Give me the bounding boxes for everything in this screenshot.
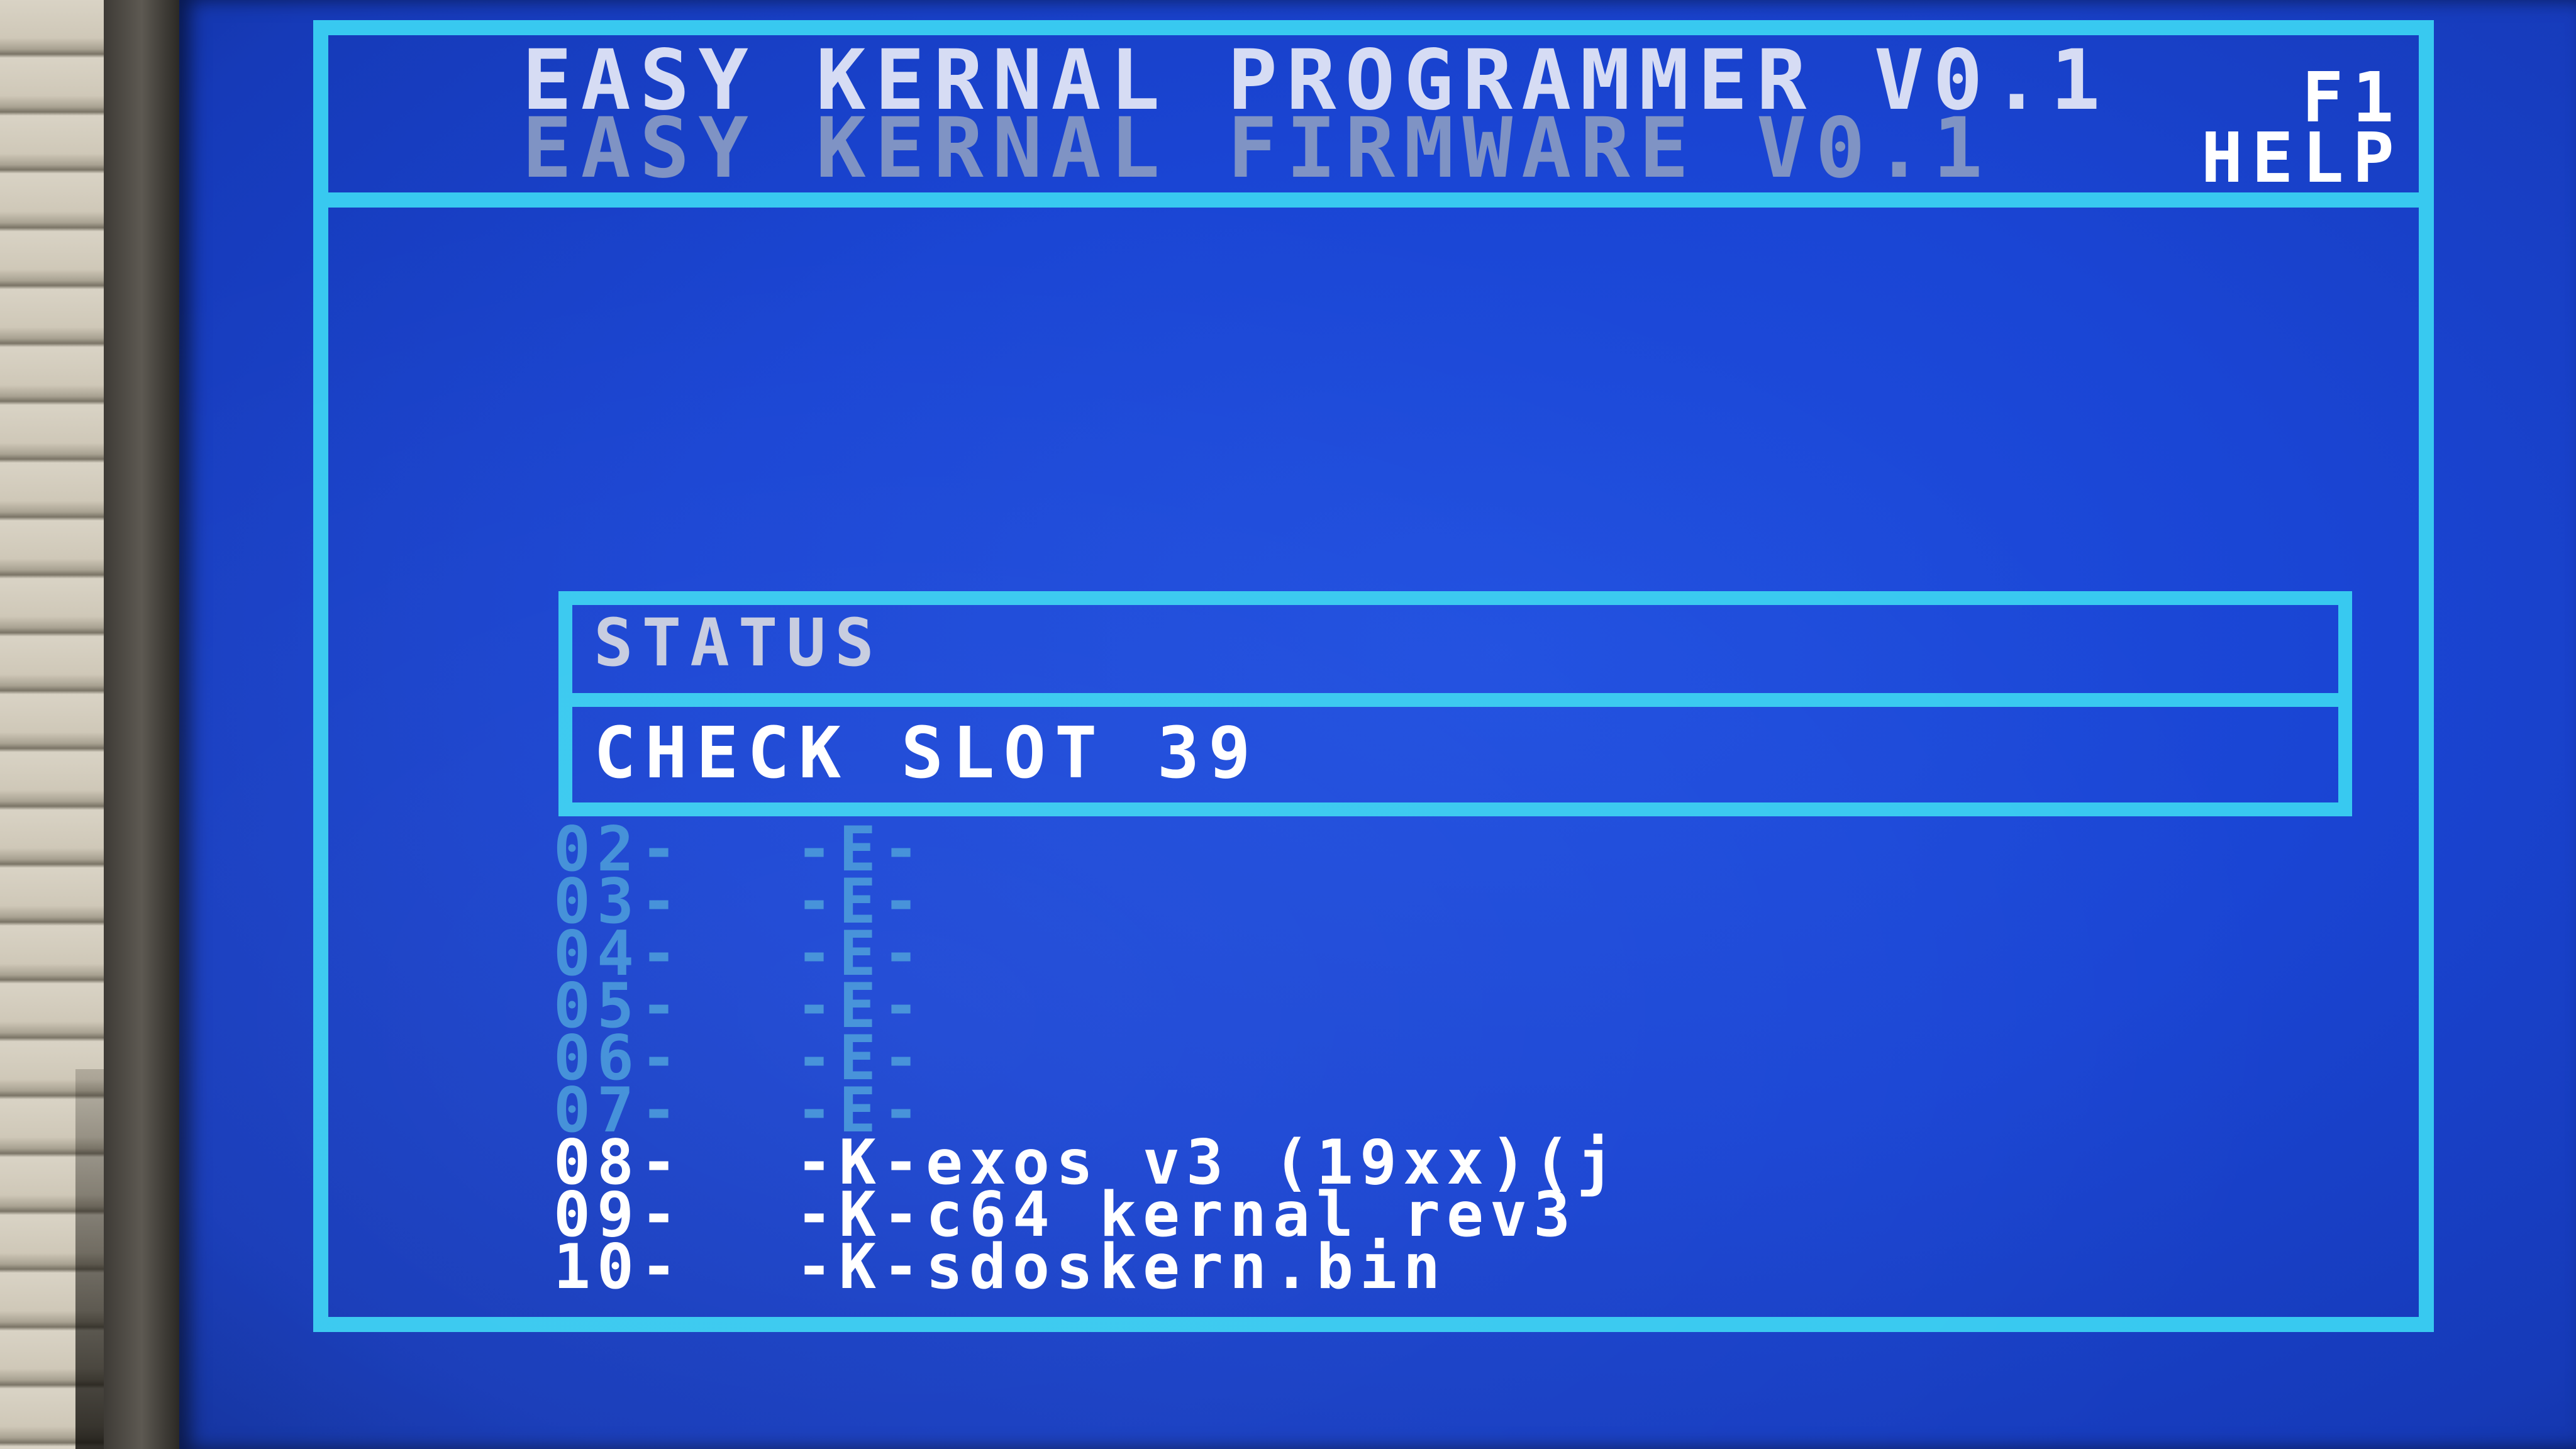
crt-monitor-photo: EASY KERNAL PROGRAMMER V0.1 EASY KERNAL … <box>0 0 2576 1449</box>
firmware-title: EASY KERNAL FIRMWARE V0.1 <box>522 100 1992 197</box>
slot-row-02[interactable]: 02- -E- <box>553 819 2126 880</box>
slot-entry: -K-sdoskern.bin <box>796 1231 1447 1303</box>
status-message: CHECK SLOT 39 <box>594 713 1260 794</box>
status-title: STATUS <box>594 604 883 681</box>
slot-row-04[interactable]: 04- -E- <box>553 923 2126 985</box>
slot-row-06[interactable]: 06- -E- <box>553 1028 2126 1089</box>
slot-number: 10- <box>553 1231 684 1303</box>
status-divider <box>558 693 2352 707</box>
slot-row-10[interactable]: 10- -K-sdoskern.bin <box>553 1231 2126 1303</box>
slot-row-05[interactable]: 05- -E- <box>553 975 2126 1037</box>
slot-row-03[interactable]: 03- -E- <box>553 871 2126 933</box>
help-label: HELP <box>2201 118 2403 198</box>
